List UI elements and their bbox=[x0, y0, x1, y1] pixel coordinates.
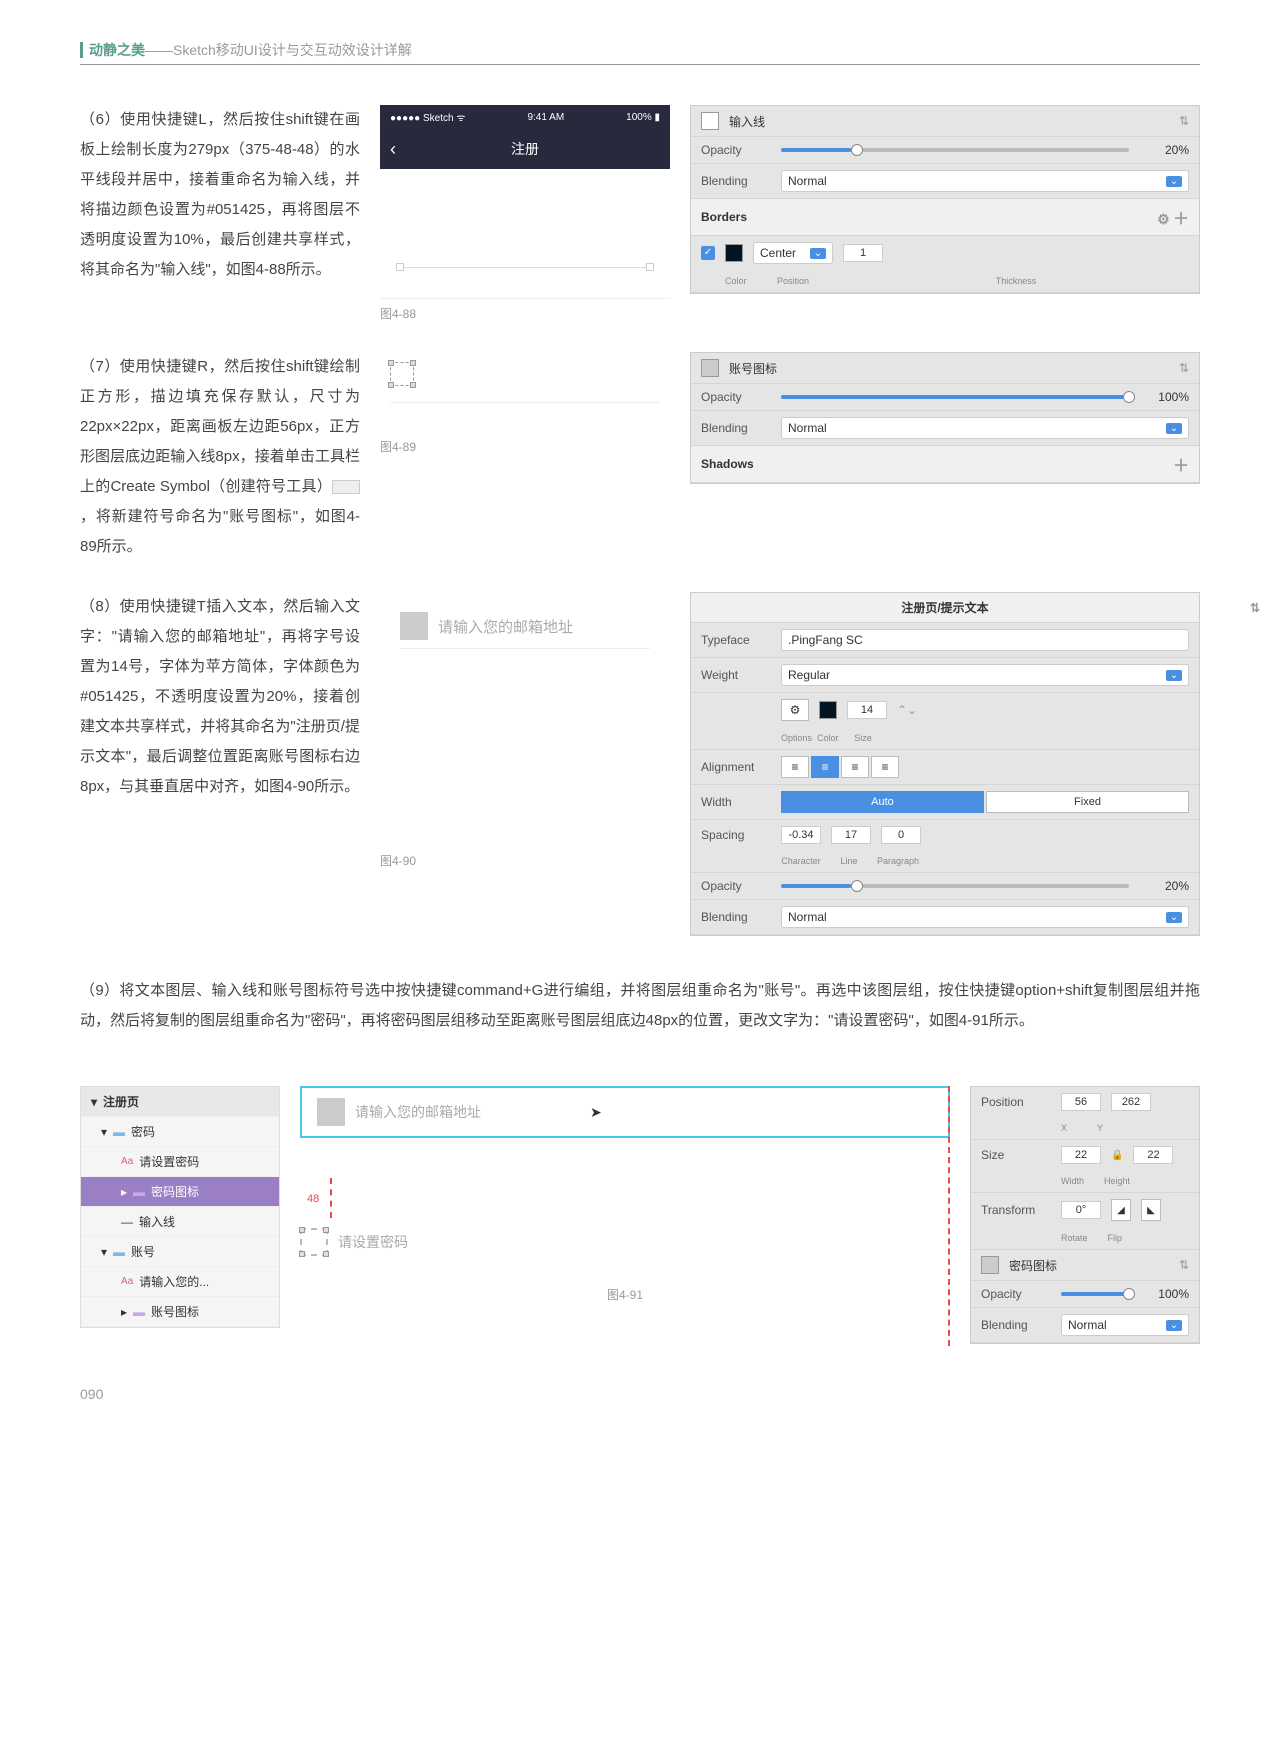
thickness-input[interactable]: 1 bbox=[843, 244, 883, 262]
font-size-input[interactable]: 14 bbox=[847, 701, 887, 719]
line-spacing-input[interactable]: 17 bbox=[831, 826, 871, 844]
mockup-89: 图4-89 bbox=[380, 352, 670, 455]
email-input-group[interactable]: 请输入您的邮箱地址 bbox=[300, 1086, 950, 1138]
cursor-icon: ➤ bbox=[590, 1104, 602, 1121]
opacity-slider[interactable] bbox=[781, 884, 1129, 888]
layer-input-line[interactable]: — 输入线 bbox=[81, 1207, 279, 1237]
opacity-slider[interactable] bbox=[781, 148, 1129, 152]
layer-text-account[interactable]: Aa 请输入您的... bbox=[81, 1267, 279, 1297]
page-number: 090 bbox=[80, 1386, 1200, 1402]
char-spacing-input[interactable]: -0.34 bbox=[781, 826, 821, 844]
resize-handle[interactable] bbox=[646, 263, 654, 271]
layer-symbol-password-icon[interactable]: ▸ ▬ 密码图标 bbox=[81, 1177, 279, 1207]
text-color-swatch[interactable] bbox=[819, 701, 837, 719]
style-select-icon[interactable]: ⇅ bbox=[1179, 1258, 1189, 1272]
align-left-button[interactable]: ≡ bbox=[781, 756, 809, 778]
width-fixed-button[interactable]: Fixed bbox=[986, 791, 1189, 813]
add-icon[interactable]: ＋ bbox=[1173, 452, 1189, 476]
blending-select[interactable]: Normal⌄ bbox=[781, 417, 1189, 439]
align-center-button[interactable]: ≡ bbox=[811, 756, 839, 778]
brand: 动静之美 bbox=[80, 42, 145, 58]
align-justify-button[interactable]: ≡ bbox=[871, 756, 899, 778]
align-right-button[interactable]: ≡ bbox=[841, 756, 869, 778]
width-input[interactable]: 22 bbox=[1061, 1146, 1101, 1164]
gear-icon[interactable]: ⚙ bbox=[1157, 211, 1170, 227]
typeface-select[interactable]: .PingFang SC bbox=[781, 629, 1189, 651]
blending-select[interactable]: Normal⌄ bbox=[781, 906, 1189, 928]
position-y-input[interactable]: 262 bbox=[1111, 1093, 1151, 1111]
add-icon[interactable]: ＋ bbox=[1173, 211, 1189, 228]
border-enable-checkbox[interactable]: ✓ bbox=[701, 246, 715, 260]
rotate-input[interactable]: 0° bbox=[1061, 1201, 1101, 1219]
mockup-88: ●●●●● Sketch ᯤ 9:41 AM 100% ▮ ‹ 注册 图4-88 bbox=[380, 105, 670, 322]
paragraph-7: （7）使用快捷键R，然后按住shift键绘制正方形，描边填充保存默认，尺寸为22… bbox=[80, 352, 360, 562]
border-color-swatch[interactable] bbox=[725, 244, 743, 262]
paragraph-9: （9）将文本图层、输入线和账号图标符号选中按快捷键command+G进行编组，并… bbox=[80, 976, 1200, 1036]
style-select-icon[interactable]: ⇅ bbox=[1179, 361, 1189, 375]
password-input-group[interactable]: 请设置密码 bbox=[300, 1218, 950, 1266]
inspector-90: 注册页/提示文本 ⇅ Typeface .PingFang SC Weight … bbox=[690, 592, 1200, 936]
paragraph-spacing-input[interactable]: 0 bbox=[881, 826, 921, 844]
paragraph-6: （6）使用快捷键L，然后按住shift键在画板上绘制长度为279px（375-4… bbox=[80, 105, 360, 285]
opacity-slider[interactable] bbox=[1061, 1292, 1129, 1296]
layer-symbol-account-icon[interactable]: ▸ ▬ 账号图标 bbox=[81, 1297, 279, 1327]
fill-swatch[interactable] bbox=[981, 1256, 999, 1274]
lock-icon[interactable]: 🔒 bbox=[1111, 1150, 1123, 1161]
layer-panel: ▾ 注册页 ▾ ▬ 密码 Aa 请设置密码 ▸ ▬ 密码图标 — 输入线 ▾ ▬… bbox=[80, 1086, 280, 1328]
width-auto-button[interactable]: Auto bbox=[781, 791, 984, 813]
password-icon[interactable] bbox=[300, 1228, 328, 1256]
square-shape[interactable] bbox=[390, 362, 414, 386]
account-icon bbox=[317, 1098, 345, 1126]
canvas-91: 请输入您的邮箱地址 ➤ 48 请设置密码 图4-91 bbox=[300, 1086, 950, 1346]
create-symbol-icon bbox=[332, 480, 360, 494]
distance-indicator: 48 bbox=[330, 1178, 950, 1218]
input-line[interactable] bbox=[400, 267, 650, 268]
inspector-89: 账号图标 ⇅ Opacity 100% Blending Normal⌄ Sha… bbox=[690, 352, 1200, 484]
weight-select[interactable]: Regular⌄ bbox=[781, 664, 1189, 686]
fill-swatch[interactable] bbox=[701, 359, 719, 377]
mockup-90: 请输入您的邮箱地址 图4-90 bbox=[380, 592, 670, 869]
back-icon[interactable]: ‹ bbox=[390, 139, 396, 160]
border-position-select[interactable]: Center⌄ bbox=[753, 242, 833, 264]
layer-root[interactable]: ▾ 注册页 bbox=[81, 1087, 279, 1117]
inspector-91: Position 56 262 X Y Size 22 🔒 22 Width H… bbox=[970, 1086, 1200, 1344]
inspector-88: 输入线 ⇅ Opacity 20% Blending Normal⌄ Borde… bbox=[690, 105, 1200, 294]
resize-handle[interactable] bbox=[396, 263, 404, 271]
blending-select[interactable]: Normal⌄ bbox=[781, 170, 1189, 192]
paragraph-8: （8）使用快捷键T插入文本，然后输入文字："请输入您的邮箱地址"，再将字号设置为… bbox=[80, 592, 360, 802]
page-header: 动静之美——Sketch移动UI设计与交互动效设计详解 bbox=[80, 40, 1200, 65]
style-select-icon[interactable]: ⇅ bbox=[1250, 601, 1260, 615]
flip-v-button[interactable]: ◣ bbox=[1141, 1199, 1161, 1221]
style-select-icon[interactable]: ⇅ bbox=[1179, 114, 1189, 128]
blending-select[interactable]: Normal⌄ bbox=[1061, 1314, 1189, 1336]
options-button[interactable]: ⚙ bbox=[781, 699, 809, 721]
layer-group-password[interactable]: ▾ ▬ 密码 bbox=[81, 1117, 279, 1147]
layer-group-account[interactable]: ▾ ▬ 账号 bbox=[81, 1237, 279, 1267]
opacity-slider[interactable] bbox=[781, 395, 1129, 399]
height-input[interactable]: 22 bbox=[1133, 1146, 1173, 1164]
position-x-input[interactable]: 56 bbox=[1061, 1093, 1101, 1111]
fill-swatch[interactable] bbox=[701, 112, 719, 130]
account-icon-placeholder bbox=[400, 612, 428, 640]
flip-h-button[interactable]: ◢ bbox=[1111, 1199, 1131, 1221]
layer-text-password[interactable]: Aa 请设置密码 bbox=[81, 1147, 279, 1177]
